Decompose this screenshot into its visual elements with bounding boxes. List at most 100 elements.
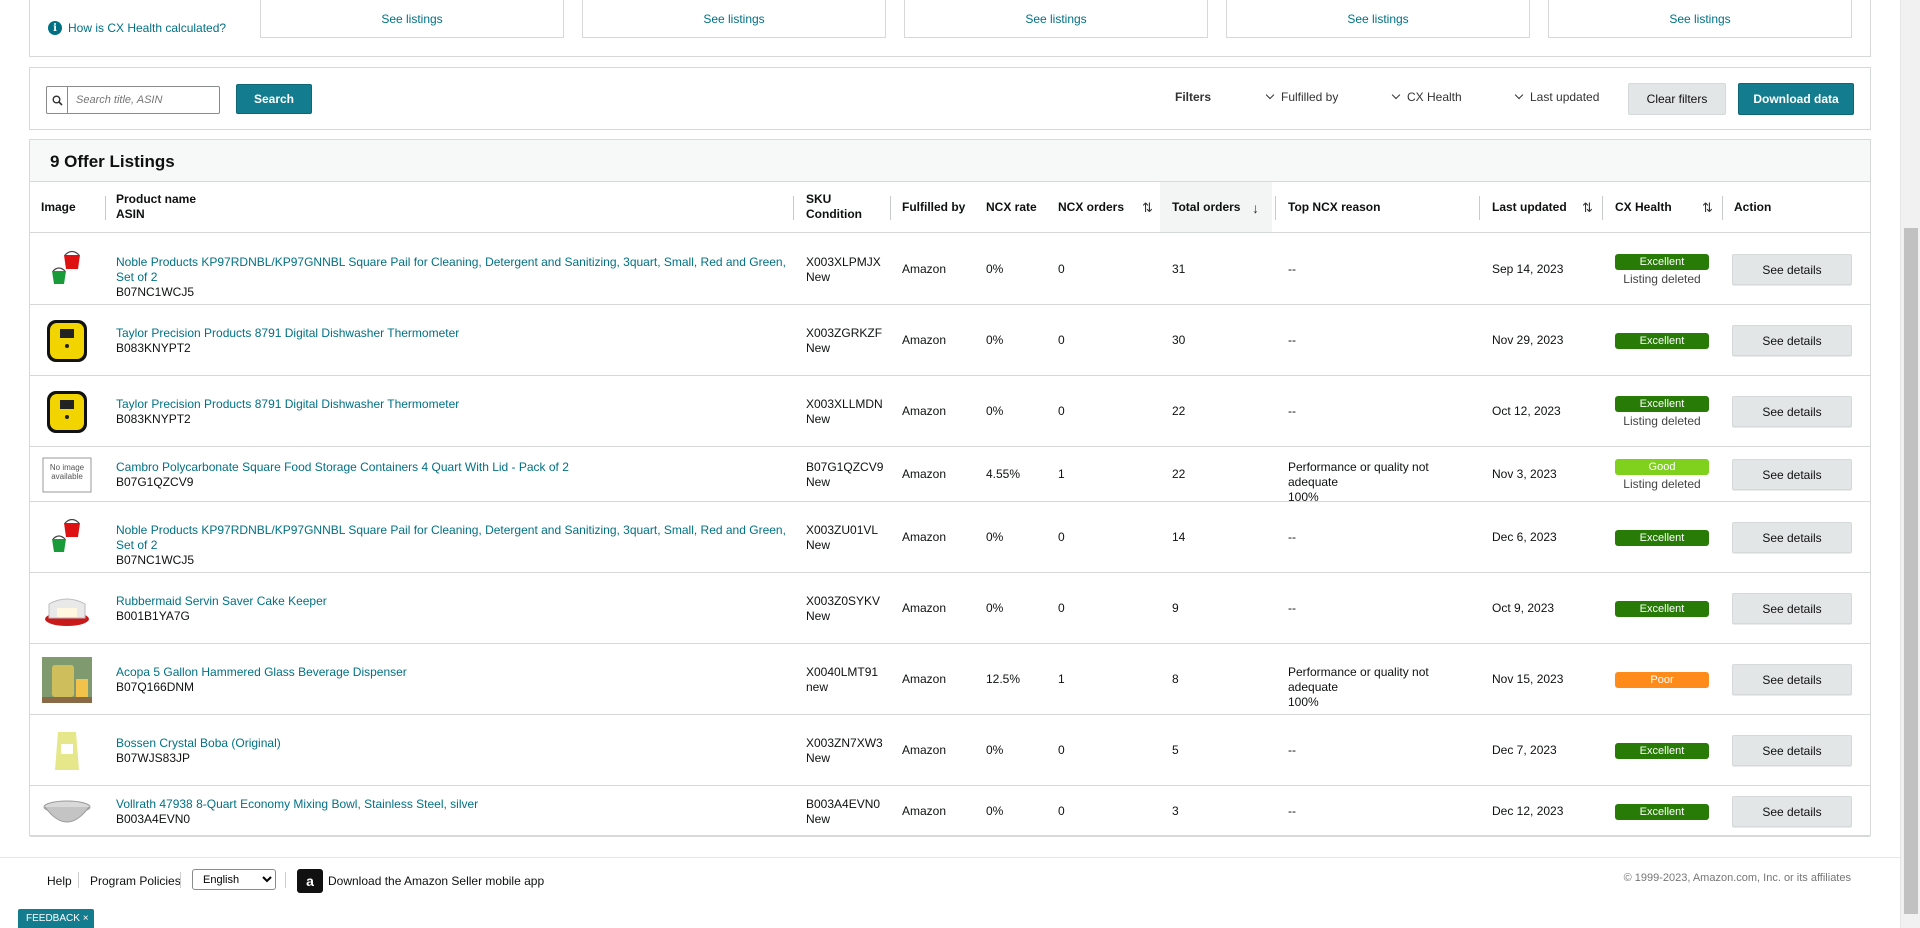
product-name-link[interactable]: Noble Products KP97RDNBL/KP97GNNBL Squar… xyxy=(116,523,786,553)
see-listings-link[interactable]: See listings xyxy=(904,0,1208,38)
see-details-button[interactable]: See details xyxy=(1732,459,1852,490)
ncx-orders-text: 0 xyxy=(1058,530,1065,544)
how-calculated-link[interactable]: i How is CX Health calculated? xyxy=(48,21,226,35)
sort-both-icon[interactable]: ⇅ xyxy=(1142,200,1153,216)
product-name-link[interactable]: Rubbermaid Servin Saver Cake Keeper xyxy=(116,594,786,609)
product-name-link[interactable]: Acopa 5 Gallon Hammered Glass Beverage D… xyxy=(116,665,786,680)
header-ncx-orders[interactable]: NCX orders xyxy=(1058,182,1124,232)
scrollbar-thumb[interactable] xyxy=(1904,228,1918,914)
close-icon[interactable]: × xyxy=(83,913,89,924)
table-row: Rubbermaid Servin Saver Cake Keeper B001B… xyxy=(30,573,1870,644)
total-orders-text: 22 xyxy=(1172,467,1186,481)
cx-health-cell: Good Listing deleted xyxy=(1615,459,1709,492)
top-ncx-reason-percent: 100% xyxy=(1288,695,1319,709)
product-image[interactable] xyxy=(42,657,92,703)
see-details-button[interactable]: See details xyxy=(1732,254,1852,285)
product-name-link[interactable]: Vollrath 47938 8-Quart Economy Mixing Bo… xyxy=(116,797,786,812)
total-orders-text: 3 xyxy=(1172,804,1179,818)
header-last-updated[interactable]: Last updated xyxy=(1492,182,1567,232)
condition-text: new xyxy=(806,680,829,694)
product-name-link[interactable]: Cambro Polycarbonate Square Food Storage… xyxy=(116,460,786,475)
product-image[interactable] xyxy=(42,789,92,835)
product-image[interactable] xyxy=(42,728,92,774)
cx-health-cell: Poor xyxy=(1615,672,1709,688)
amazon-app-icon[interactable]: a xyxy=(297,869,323,893)
feedback-tab[interactable]: FEEDBACK × xyxy=(18,909,94,928)
sku-cell: X003XLPMJX New xyxy=(806,255,881,285)
product-name-link[interactable]: Bossen Crystal Boba (Original) xyxy=(116,736,786,751)
product-image[interactable]: No image available xyxy=(42,452,92,498)
column-divider xyxy=(1479,196,1480,220)
column-divider xyxy=(105,196,106,220)
search-input[interactable] xyxy=(68,87,219,113)
see-details-button[interactable]: See details xyxy=(1732,664,1852,695)
last-updated-filter[interactable]: Last updated xyxy=(1514,90,1599,104)
sort-both-icon[interactable]: ⇅ xyxy=(1582,200,1593,216)
product-image[interactable] xyxy=(42,389,92,435)
ncx-rate-text: 4.55% xyxy=(986,467,1021,481)
cx-health-cell: Excellent xyxy=(1615,530,1709,546)
table-row: Acopa 5 Gallon Hammered Glass Beverage D… xyxy=(30,644,1870,715)
see-details-button[interactable]: See details xyxy=(1732,396,1852,427)
see-listings-link[interactable]: See listings xyxy=(1226,0,1530,38)
see-details-button[interactable]: See details xyxy=(1732,735,1852,766)
cx-health-filter[interactable]: CX Health xyxy=(1391,90,1462,104)
cx-health-badge: Poor xyxy=(1615,672,1709,688)
sku-text: X003XLPMJX xyxy=(806,255,881,269)
product-image[interactable] xyxy=(42,247,92,293)
fulfilled-by-filter[interactable]: Fulfilled by xyxy=(1265,90,1338,104)
how-calculated-label[interactable]: How is CX Health calculated? xyxy=(68,21,226,35)
fulfilled-by-text: Amazon xyxy=(902,404,947,418)
see-listings-link[interactable]: See listings xyxy=(582,0,886,38)
sku-cell: B07G1QZCV9 New xyxy=(806,460,883,490)
product-image[interactable] xyxy=(42,318,92,364)
product-name-link[interactable]: Taylor Precision Products 8791 Digital D… xyxy=(116,397,786,412)
footer-divider xyxy=(78,872,79,888)
see-details-button[interactable]: See details xyxy=(1732,522,1852,553)
condition-text: New xyxy=(806,412,831,426)
product-name-link[interactable]: Noble Products KP97RDNBL/KP97GNNBL Squar… xyxy=(116,255,786,285)
fulfilled-by-text: Amazon xyxy=(902,601,947,615)
ncx-orders-text: 1 xyxy=(1058,672,1065,686)
see-details-button[interactable]: See details xyxy=(1732,325,1852,356)
help-link[interactable]: Help xyxy=(47,874,72,888)
program-policies-link[interactable]: Program Policies xyxy=(90,874,181,888)
language-select[interactable]: English xyxy=(192,869,276,890)
top-ncx-reason-cell: -- xyxy=(1288,743,1473,758)
product-cell: Acopa 5 Gallon Hammered Glass Beverage D… xyxy=(116,665,786,695)
search-button[interactable]: Search xyxy=(236,84,312,114)
sku-text: X003ZN7XW3 xyxy=(806,736,883,750)
ncx-rate-text: 0% xyxy=(986,743,1004,757)
cx-health-filter-label: CX Health xyxy=(1407,90,1462,104)
cx-health-badge: Excellent xyxy=(1615,530,1709,546)
sort-descending-icon[interactable]: ↓ xyxy=(1252,200,1259,216)
total-orders-text: 22 xyxy=(1172,404,1186,418)
see-listings-link[interactable]: See listings xyxy=(260,0,564,38)
ncx-orders-text: 0 xyxy=(1058,333,1065,347)
download-app-link[interactable]: Download the Amazon Seller mobile app xyxy=(328,874,544,888)
product-image[interactable] xyxy=(42,586,92,632)
see-details-button[interactable]: See details xyxy=(1732,593,1852,624)
cx-health-badge: Excellent xyxy=(1615,333,1709,349)
product-cell: Taylor Precision Products 8791 Digital D… xyxy=(116,397,786,427)
product-cell: Vollrath 47938 8-Quart Economy Mixing Bo… xyxy=(116,797,786,827)
vertical-scrollbar[interactable] xyxy=(1900,0,1920,928)
sort-both-icon[interactable]: ⇅ xyxy=(1702,200,1713,216)
header-asin-label: ASIN xyxy=(116,207,145,221)
condition-text: New xyxy=(806,538,831,552)
header-cx-health[interactable]: CX Health xyxy=(1615,182,1672,232)
product-image[interactable] xyxy=(42,515,92,561)
top-ncx-reason-cell: -- xyxy=(1288,804,1473,819)
fulfilled-by-text: Amazon xyxy=(902,743,947,757)
product-name-link[interactable]: Taylor Precision Products 8791 Digital D… xyxy=(116,326,786,341)
column-divider xyxy=(1602,196,1603,220)
see-listings-link[interactable]: See listings xyxy=(1548,0,1852,38)
download-data-button[interactable]: Download data xyxy=(1738,83,1854,115)
no-image-text: No image available xyxy=(49,463,85,481)
clear-filters-button[interactable]: Clear filters xyxy=(1628,83,1726,115)
last-updated-text: Nov 3, 2023 xyxy=(1492,467,1557,481)
table-header: Image Product name ASIN SKU Condition Fulf… xyxy=(30,182,1870,233)
asin-text: B07NC1WCJ5 xyxy=(116,553,195,567)
ncx-rate-text: 0% xyxy=(986,804,1004,818)
see-details-button[interactable]: See details xyxy=(1732,796,1852,827)
